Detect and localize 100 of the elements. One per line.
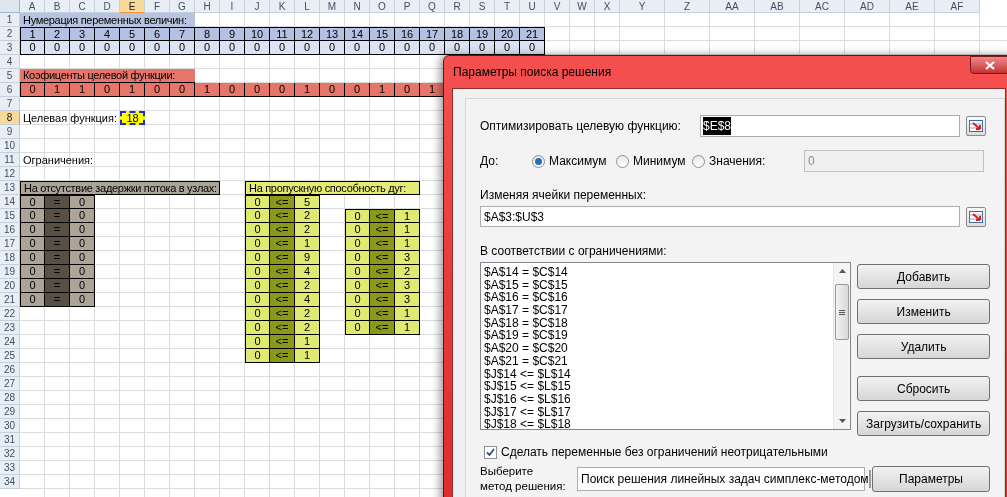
column-header[interactable]: G xyxy=(170,0,195,13)
constraint-item[interactable]: $J$17 <= $L$17 xyxy=(484,405,833,419)
row-header[interactable]: 17 xyxy=(0,237,20,251)
column-header[interactable]: R xyxy=(445,0,470,13)
row-header[interactable]: 14 xyxy=(0,195,20,209)
constraints-list[interactable]: $A$14 = $C$14 $A$15 = $C$15 $A$16 = $C$16 $A$17 = $C$17 $A$18 = $C$18 $A$19 = $C$19 $A$20 = $C$20 $A$21 = $C$21 $J$14 <= $L$14 $J$15 <= $L$15 $J$16 <= $L$16 $J$17 <= $L$17 $J$18 <= $L$18 xyxy=(480,262,852,430)
row-header[interactable]: 33 xyxy=(0,461,20,475)
column-header[interactable]: O xyxy=(370,0,395,13)
column-header[interactable]: Q xyxy=(420,0,445,13)
row-header[interactable]: 23 xyxy=(0,321,20,335)
scroll-thumb[interactable] xyxy=(835,284,850,340)
constraint-item[interactable]: $A$14 = $C$14 xyxy=(484,266,833,279)
row-header[interactable]: 28 xyxy=(0,391,20,405)
column-header[interactable]: AA xyxy=(710,0,755,13)
row-header[interactable]: 22 xyxy=(0,307,20,321)
row-header[interactable]: 5 xyxy=(0,69,20,83)
column-header[interactable]: AD xyxy=(845,0,890,13)
dialog-button[interactable]: Добавить xyxy=(857,264,990,289)
column-header[interactable]: L xyxy=(295,0,320,13)
column-header[interactable]: J xyxy=(245,0,270,13)
row-header[interactable]: 9 xyxy=(0,125,20,139)
options-button[interactable]: Параметры xyxy=(872,466,990,492)
column-header[interactable]: I xyxy=(220,0,245,13)
row-header[interactable]: 27 xyxy=(0,377,20,391)
column-header[interactable]: AF xyxy=(935,0,980,13)
column-header[interactable]: A xyxy=(20,0,45,13)
column-header[interactable]: U xyxy=(520,0,545,13)
row-header[interactable]: 6 xyxy=(0,83,20,97)
row-header[interactable]: 29 xyxy=(0,405,20,419)
column-header[interactable]: Z xyxy=(665,0,710,13)
row-header[interactable]: 11 xyxy=(0,153,20,167)
sheet-cell: 17 xyxy=(420,27,445,41)
column-header[interactable]: AE xyxy=(890,0,935,13)
column-header[interactable]: W xyxy=(570,0,595,13)
row-header[interactable]: 4 xyxy=(0,55,20,69)
column-header[interactable]: T xyxy=(495,0,520,13)
column-header[interactable]: P xyxy=(395,0,420,13)
constraint-item[interactable]: $J$18 <= $L$18 xyxy=(484,418,833,429)
objective-field[interactable]: $E$8 xyxy=(700,115,960,137)
dialog-button[interactable]: Изменить xyxy=(857,299,990,324)
column-header[interactable]: B xyxy=(45,0,70,13)
dialog-button[interactable]: Загрузить/сохранить xyxy=(857,411,990,436)
row-header[interactable]: 24 xyxy=(0,335,20,349)
constraint-item[interactable]: $A$17 = $C$17 xyxy=(484,304,833,317)
radio-option[interactable]: Минимум xyxy=(616,152,692,170)
row-header[interactable]: 21 xyxy=(0,293,20,307)
column-header[interactable]: K xyxy=(270,0,295,13)
column-header[interactable]: X xyxy=(595,0,620,13)
column-header[interactable]: AB xyxy=(755,0,800,13)
row-header[interactable]: 1 xyxy=(0,13,20,27)
column-header[interactable]: N xyxy=(345,0,370,13)
range-picker-button[interactable] xyxy=(966,206,986,227)
constraint-item[interactable]: $J$16 <= $L$16 xyxy=(484,392,833,406)
constraint-item[interactable]: $J$15 <= $L$15 xyxy=(484,380,833,393)
column-header[interactable]: V xyxy=(545,0,570,13)
row-header[interactable]: 13 xyxy=(0,181,20,195)
dialog-button[interactable]: Сбросить xyxy=(857,376,990,401)
constraint-item[interactable]: $J$14 <= $L$14 xyxy=(484,367,833,381)
nonnegative-checkbox[interactable]: Сделать переменные без ограничений неотрицательными xyxy=(484,444,990,460)
row-header[interactable]: 15 xyxy=(0,209,20,223)
close-button[interactable] xyxy=(970,56,1007,74)
row-header[interactable]: 12 xyxy=(0,167,20,181)
constraint-item[interactable]: $A$21 = $C$21 xyxy=(484,354,833,368)
column-header[interactable]: AC xyxy=(800,0,845,13)
row-header[interactable]: 3 xyxy=(0,41,20,55)
column-header[interactable]: S xyxy=(470,0,495,13)
column-header[interactable]: E xyxy=(120,0,145,13)
row-header[interactable]: 2 xyxy=(0,27,20,41)
column-header[interactable]: Y xyxy=(620,0,665,13)
column-header[interactable]: D xyxy=(95,0,120,13)
constraint-item[interactable]: $A$15 = $C$15 xyxy=(484,278,833,292)
column-header[interactable]: C xyxy=(70,0,95,13)
variables-field[interactable]: $A$3:$U$3 xyxy=(480,206,960,227)
radio-option[interactable]: Максимум xyxy=(532,152,616,170)
row-header[interactable]: 8 xyxy=(0,111,20,125)
row-header[interactable]: 32 xyxy=(0,447,20,461)
constraint-item[interactable]: $A$19 = $C$19 xyxy=(484,329,833,343)
row-header[interactable]: 25 xyxy=(0,349,20,363)
constraint-item[interactable]: $A$18 = $C$18 xyxy=(484,316,833,330)
row-header[interactable]: 19 xyxy=(0,265,20,279)
row-header[interactable]: 34 xyxy=(0,475,20,489)
row-header[interactable]: 7 xyxy=(0,97,20,111)
row-header[interactable]: 18 xyxy=(0,251,20,265)
row-header[interactable]: 16 xyxy=(0,223,20,237)
constraint-item[interactable]: $A$20 = $C$20 xyxy=(484,342,833,355)
constraint-item[interactable]: $A$16 = $C$16 xyxy=(484,291,833,305)
row-header[interactable]: 20 xyxy=(0,279,20,293)
sheet-cell: 0 xyxy=(20,223,45,237)
row-header[interactable]: 31 xyxy=(0,433,20,447)
row-header[interactable]: 10 xyxy=(0,139,20,153)
column-header[interactable]: M xyxy=(320,0,345,13)
row-header[interactable]: 26 xyxy=(0,363,20,377)
column-header[interactable]: F xyxy=(145,0,170,13)
radio-option[interactable]: Значения: xyxy=(692,152,804,170)
row-header[interactable]: 30 xyxy=(0,419,20,433)
sheet-cell: 0 xyxy=(345,237,370,251)
range-picker-button[interactable] xyxy=(966,116,986,136)
dialog-button[interactable]: Удалить xyxy=(857,334,990,359)
column-header[interactable]: H xyxy=(195,0,220,13)
scrollbar[interactable] xyxy=(833,263,851,429)
